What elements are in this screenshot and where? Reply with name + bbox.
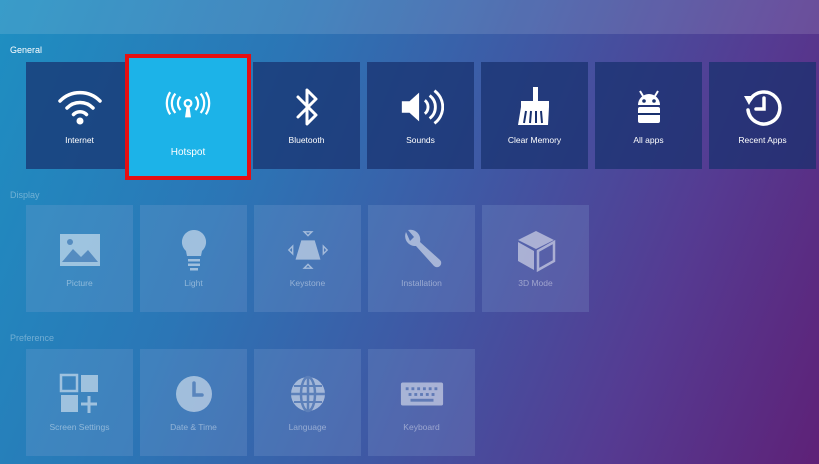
- tile-label: Recent Apps: [738, 135, 787, 145]
- tile-installation[interactable]: Installation: [368, 205, 475, 312]
- keystone-icon: [285, 227, 331, 273]
- section-label-display: Display: [10, 190, 40, 200]
- keyboard-icon: [399, 371, 445, 417]
- tile-sounds[interactable]: Sounds: [367, 62, 474, 169]
- tile-label: Sounds: [406, 135, 435, 145]
- tile-recent-apps[interactable]: Recent Apps: [709, 62, 816, 169]
- grid-plus-icon: [57, 371, 103, 417]
- bluetooth-icon: [284, 84, 330, 130]
- cube-icon: [513, 227, 559, 273]
- speaker-icon: [398, 84, 444, 130]
- tile-picture[interactable]: Picture: [26, 205, 133, 312]
- tile-label: Internet: [65, 135, 94, 145]
- tile-label: Keyboard: [403, 422, 440, 432]
- tile-label: Language: [288, 422, 327, 432]
- wrench-icon: [399, 227, 445, 273]
- tile-all-apps[interactable]: All apps: [595, 62, 702, 169]
- tile-label: Installation: [401, 278, 442, 288]
- tile-screen-settings[interactable]: Screen Settings: [26, 349, 133, 456]
- tile-label: Keystone: [289, 278, 326, 288]
- history-icon: [740, 84, 786, 130]
- tile-date-time[interactable]: Date & Time: [140, 349, 247, 456]
- tile-language[interactable]: Language: [254, 349, 361, 456]
- lightbulb-icon: [171, 227, 217, 273]
- section-label-general: General: [10, 45, 43, 55]
- tile-label: Clear Memory: [507, 135, 562, 145]
- tile-label: Bluetooth: [288, 135, 325, 145]
- tile-bluetooth[interactable]: Bluetooth: [253, 62, 360, 169]
- tile-label: Picture: [66, 278, 93, 288]
- tile-clear-memory[interactable]: Clear Memory: [481, 62, 588, 169]
- image-icon: [57, 227, 103, 273]
- tile-light[interactable]: Light: [140, 205, 247, 312]
- tile-label: Screen Settings: [49, 422, 110, 432]
- tile-label: 3D Mode: [518, 278, 553, 288]
- tile-label: All apps: [633, 135, 664, 145]
- settings-screen: General Internet Hotspot Bluetooth Sound…: [0, 0, 819, 464]
- broom-icon: [512, 84, 558, 130]
- tile-keystone[interactable]: Keystone: [254, 205, 361, 312]
- selection-highlight: [125, 54, 251, 180]
- tile-label: Light: [184, 278, 203, 288]
- tile-3d-mode[interactable]: 3D Mode: [482, 205, 589, 312]
- wifi-icon: [57, 84, 103, 130]
- tile-internet[interactable]: Internet: [26, 62, 133, 169]
- clock-icon: [171, 371, 217, 417]
- android-icon: [626, 84, 672, 130]
- tile-label: Date & Time: [170, 422, 217, 432]
- tile-keyboard[interactable]: Keyboard: [368, 349, 475, 456]
- globe-icon: [285, 371, 331, 417]
- section-label-preference: Preference: [10, 333, 55, 343]
